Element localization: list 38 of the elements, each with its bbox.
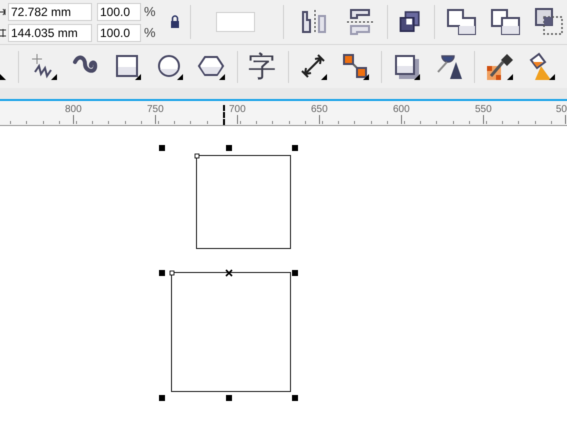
- freehand-icon[interactable]: [29, 52, 59, 82]
- angle-field[interactable]: [216, 12, 255, 32]
- selection-handle[interactable]: [292, 145, 298, 151]
- weld-icon[interactable]: [445, 6, 479, 38]
- dimension-icon[interactable]: [299, 52, 329, 82]
- lock-icon[interactable]: [170, 15, 180, 29]
- selection-handle[interactable]: [159, 145, 165, 151]
- eyedropper-icon[interactable]: [485, 52, 515, 82]
- ruler-label: 700: [229, 104, 246, 115]
- ruler-label: 750: [147, 104, 164, 115]
- fill-icon[interactable]: [527, 52, 557, 82]
- node-handle[interactable]: [194, 154, 200, 158]
- scale-field[interactable]: 100.0: [97, 24, 141, 42]
- ruler-label: 650: [311, 104, 328, 115]
- selection-handle[interactable]: [292, 395, 298, 401]
- node-handle[interactable]: [170, 270, 174, 276]
- ruler-label: 800: [65, 104, 82, 115]
- height-icon: [0, 28, 6, 36]
- selection-handle[interactable]: [226, 395, 232, 401]
- selection-handle[interactable]: [159, 395, 165, 401]
- selection-handle[interactable]: [292, 270, 298, 276]
- width-icon: [0, 8, 6, 16]
- trim-icon[interactable]: [489, 6, 523, 38]
- center-mark-icon[interactable]: [225, 269, 233, 277]
- percent-label: %: [144, 4, 156, 19]
- rectangle[interactable]: [171, 272, 291, 392]
- selection-handle[interactable]: [226, 145, 232, 151]
- percent-label: %: [144, 25, 156, 40]
- ruler-label: 550: [475, 104, 492, 115]
- selection-handle[interactable]: [159, 270, 165, 276]
- scale-field[interactable]: 100.0: [97, 2, 141, 20]
- height-field[interactable]: 144.035 mm: [8, 24, 92, 42]
- ruler-label: 50: [556, 104, 567, 115]
- rectangle[interactable]: [196, 155, 291, 249]
- ruler-label: 600: [393, 104, 410, 115]
- width-field[interactable]: 72.782 mm: [8, 2, 92, 20]
- text-tool[interactable]: 字: [248, 52, 278, 82]
- connector-icon[interactable]: [341, 52, 371, 82]
